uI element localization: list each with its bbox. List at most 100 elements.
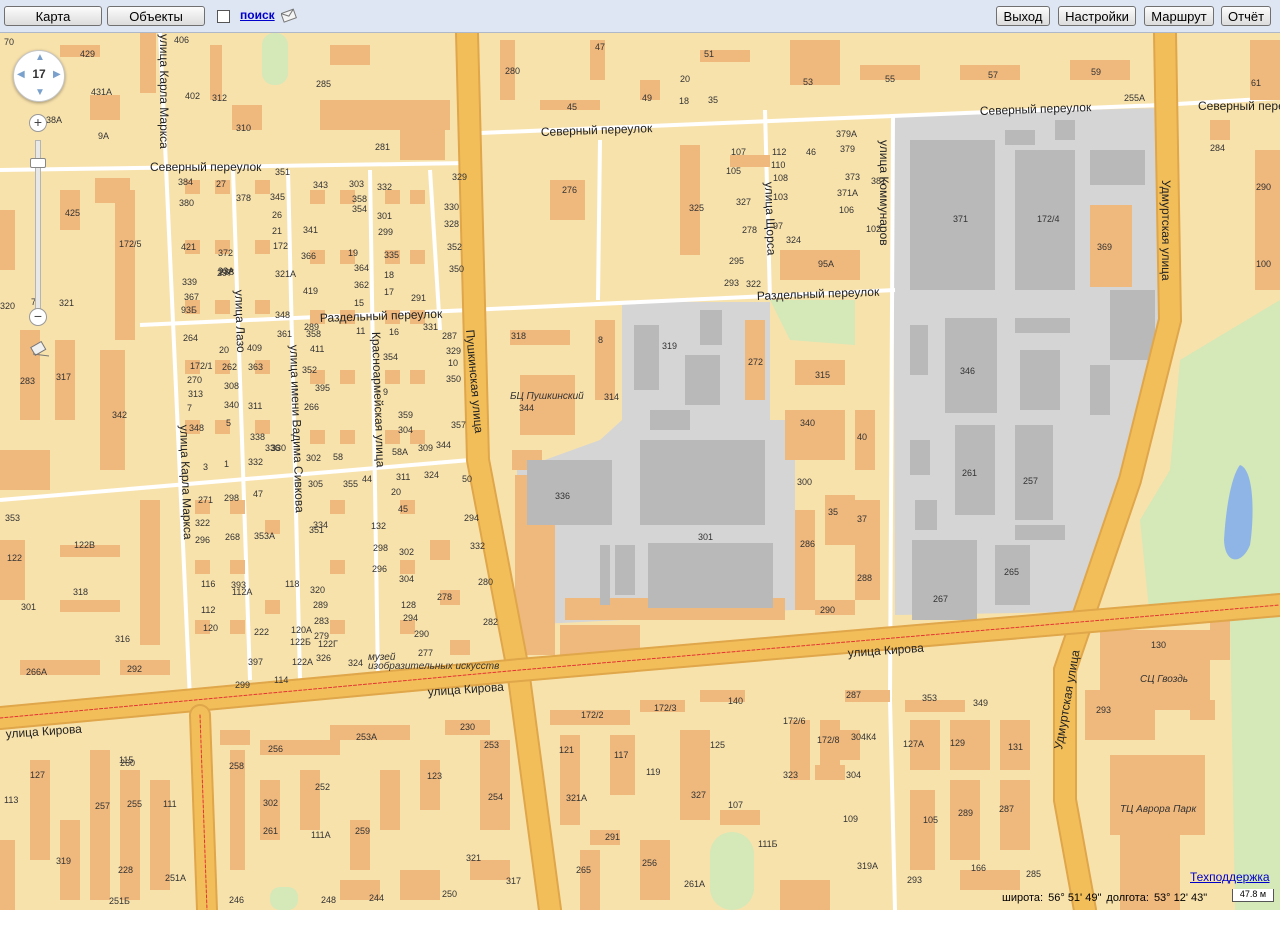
zoom-in-button[interactable]: + [29, 114, 47, 132]
house-number-label: 111 [163, 799, 177, 809]
pan-compass[interactable]: ▲ ▼ ◀ ▶ 17 [13, 50, 65, 102]
house-number-label: 46 [806, 147, 816, 157]
house-number-label: 284 [1210, 143, 1225, 153]
house-number-label: 254 [488, 792, 503, 802]
house-number-label: 285 [1026, 869, 1041, 879]
house-number-label: 279 [314, 631, 329, 641]
house-number-label: 44 [362, 474, 372, 484]
house-number-label: 287 [846, 690, 861, 700]
house-number-label: 15 [354, 298, 364, 308]
house-number-label: 112 [201, 605, 215, 615]
house-number-label: 290 [820, 605, 835, 615]
house-number-label: 61 [1251, 78, 1261, 88]
pan-down-icon[interactable]: ▼ [35, 87, 45, 98]
street-udmurtskaya-1: Удмуртская улица [1159, 180, 1173, 281]
house-number-label: 57 [988, 70, 998, 80]
top-toolbar: Карта Объекты поиск Выход Настройки Марш… [0, 0, 1280, 33]
house-number-label: 329 [446, 346, 461, 356]
route-button[interactable]: Маршрут [1144, 6, 1214, 26]
house-number-label: 172/3 [654, 703, 677, 713]
house-number-label: 358 [352, 194, 367, 204]
house-number-label: 257 [1023, 476, 1038, 486]
house-number-label: 172/4 [1037, 214, 1060, 224]
support-link[interactable]: Техподдержка [1190, 870, 1270, 884]
street-karla-marksa-1: улица Карла Маркса [157, 34, 171, 149]
report-button[interactable]: Отчёт [1221, 6, 1271, 26]
settings-button[interactable]: Настройки [1058, 6, 1136, 26]
house-number-label: 276 [562, 185, 577, 195]
house-number-label: 283 [20, 376, 35, 386]
ruler-icon[interactable] [29, 340, 51, 358]
zoom-slider-handle[interactable] [30, 158, 46, 168]
objects-button[interactable]: Объекты [107, 6, 205, 26]
house-number-label: 280 [505, 66, 520, 76]
house-number-label: 172/6 [783, 716, 806, 726]
house-number-label: 311 [248, 401, 262, 411]
house-number-label: 342 [112, 410, 127, 420]
house-number-label: 373 [845, 172, 860, 182]
pan-up-icon[interactable]: ▲ [35, 52, 45, 63]
house-number-label: 3 [203, 462, 208, 472]
house-number-label: 250 [442, 889, 457, 899]
poi-tc-avrora: ТЦ Аврора Парк [1120, 804, 1197, 815]
house-number-label: 127А [903, 739, 924, 749]
house-number-label: 106 [839, 205, 854, 215]
house-number-label: 419 [303, 286, 318, 296]
house-number-label: 353 [5, 513, 20, 523]
house-number-label: 296 [372, 564, 387, 574]
house-number-label: 397 [248, 657, 263, 667]
house-number-label: 380 [179, 198, 194, 208]
house-number-label: 299 [378, 227, 393, 237]
exit-button[interactable]: Выход [996, 6, 1050, 26]
search-link[interactable]: поиск [240, 8, 275, 22]
house-number-label: 283 [314, 616, 329, 626]
house-number-label: 281 [375, 142, 390, 152]
house-number-label: 294 [403, 613, 418, 623]
house-number-label: 293 [907, 875, 922, 885]
house-number-label: 304 [846, 770, 861, 780]
house-number-label: 40 [857, 432, 867, 442]
house-number-label: 100 [1256, 259, 1271, 269]
house-number-label: 364 [354, 263, 369, 273]
house-number-label: 393 [231, 580, 246, 590]
map-button[interactable]: Карта [4, 6, 102, 26]
house-number-label: 304 [399, 574, 414, 584]
house-number-label: 322 [195, 518, 210, 528]
house-number-label: 406 [174, 35, 189, 45]
house-number-label: 287 [442, 331, 457, 341]
house-number-label: 369 [1097, 242, 1112, 252]
house-number-label: 343 [313, 180, 328, 190]
house-number-label: 35 [828, 507, 838, 517]
house-number-label: 351 [275, 167, 290, 177]
house-number-label: 371А [837, 188, 858, 198]
poi-sc-gvozd: СЦ Гвоздь [1140, 674, 1188, 685]
house-number-label: 107 [728, 800, 743, 810]
search-checkbox[interactable] [217, 10, 230, 23]
house-number-label: 140 [728, 696, 743, 706]
house-number-label: 268 [225, 532, 240, 542]
house-number-label: 292 [127, 664, 142, 674]
house-number-label: 317 [506, 876, 521, 886]
map-view[interactable]: Северный переулок Северный переулок Севе… [0, 33, 1280, 910]
house-number-label: 278 [742, 225, 757, 235]
house-number-label: 302 [263, 798, 278, 808]
house-number-label: 330 [444, 202, 459, 212]
house-number-label: 293 [724, 278, 739, 288]
house-number-label: 9 [383, 387, 388, 397]
envelope-icon[interactable] [281, 7, 297, 23]
house-number-label: 278 [437, 592, 452, 602]
house-number-label: 326 [316, 653, 331, 663]
house-number-label: 362 [354, 280, 369, 290]
house-number-label: 129 [950, 738, 965, 748]
house-number-label: 277 [418, 648, 433, 658]
house-number-label: 172/2 [581, 710, 604, 720]
house-number-label: 116 [201, 579, 215, 589]
zoom-out-button[interactable]: − [29, 308, 47, 326]
zoom-control: ▲ ▼ ◀ ▶ 17 + − [13, 50, 65, 357]
poi-museum-line2: изобразительных искусств [368, 660, 499, 672]
house-number-label: 349 [973, 698, 988, 708]
house-number-label: 26 [272, 210, 282, 220]
house-number-label: 291 [605, 832, 620, 842]
house-number-label: 319 [662, 341, 677, 351]
house-number-label: 11 [356, 326, 365, 336]
